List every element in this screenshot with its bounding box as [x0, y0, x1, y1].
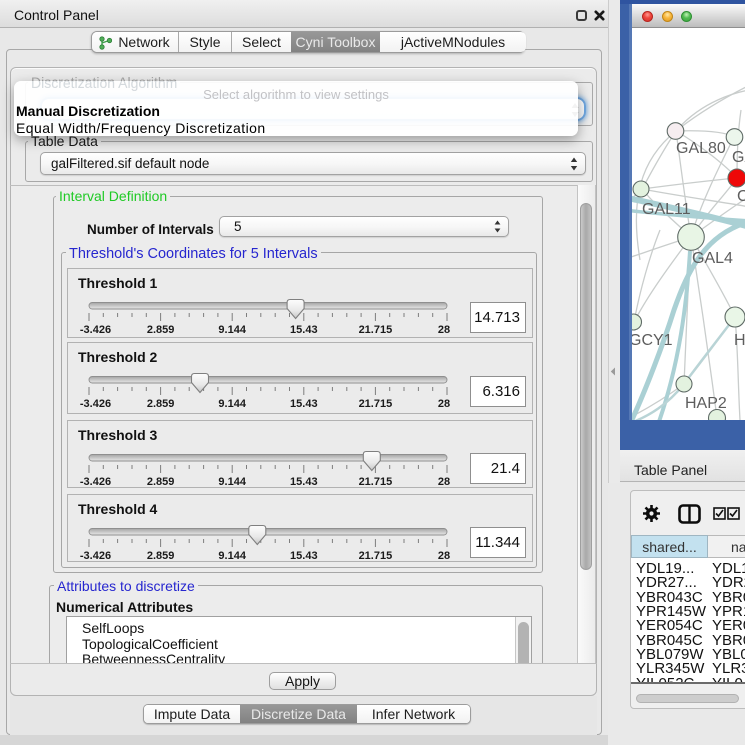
svg-text:21.715: 21.715	[359, 324, 393, 336]
svg-text:2.859: 2.859	[147, 324, 175, 336]
svg-text:-3.426: -3.426	[80, 324, 111, 336]
svg-text:2.859: 2.859	[147, 476, 175, 488]
svg-text:GCY1: GCY1	[632, 332, 673, 349]
svg-text:28: 28	[438, 550, 450, 562]
svg-text:GAL80: GAL80	[676, 140, 726, 157]
svg-text:GA: GA	[732, 149, 745, 166]
svg-text:2.859: 2.859	[147, 550, 175, 562]
svg-text:HAP2: HAP2	[685, 395, 727, 412]
svg-text:-3.426: -3.426	[80, 476, 111, 488]
svg-text:21.715: 21.715	[359, 476, 393, 488]
svg-text:15.43: 15.43	[290, 398, 318, 410]
svg-text:CY: CY	[737, 188, 745, 205]
svg-text:28: 28	[438, 324, 450, 336]
svg-text:15.43: 15.43	[290, 550, 318, 562]
svg-text:GAL11: GAL11	[642, 201, 691, 218]
svg-text:9.144: 9.144	[218, 324, 246, 336]
svg-text:21.715: 21.715	[359, 550, 393, 562]
svg-text:9.144: 9.144	[218, 398, 246, 410]
svg-text:9.144: 9.144	[218, 550, 246, 562]
svg-text:-3.426: -3.426	[80, 398, 111, 410]
svg-text:21.715: 21.715	[359, 398, 393, 410]
svg-text:9.144: 9.144	[218, 476, 246, 488]
svg-text:GAL4: GAL4	[692, 250, 733, 267]
svg-text:15.43: 15.43	[290, 476, 318, 488]
svg-text:H: H	[734, 332, 745, 349]
svg-text:2.859: 2.859	[147, 398, 175, 410]
svg-text:15.43: 15.43	[290, 324, 318, 336]
svg-text:28: 28	[438, 476, 450, 488]
svg-text:-3.426: -3.426	[80, 550, 111, 562]
svg-text:28: 28	[438, 398, 450, 410]
